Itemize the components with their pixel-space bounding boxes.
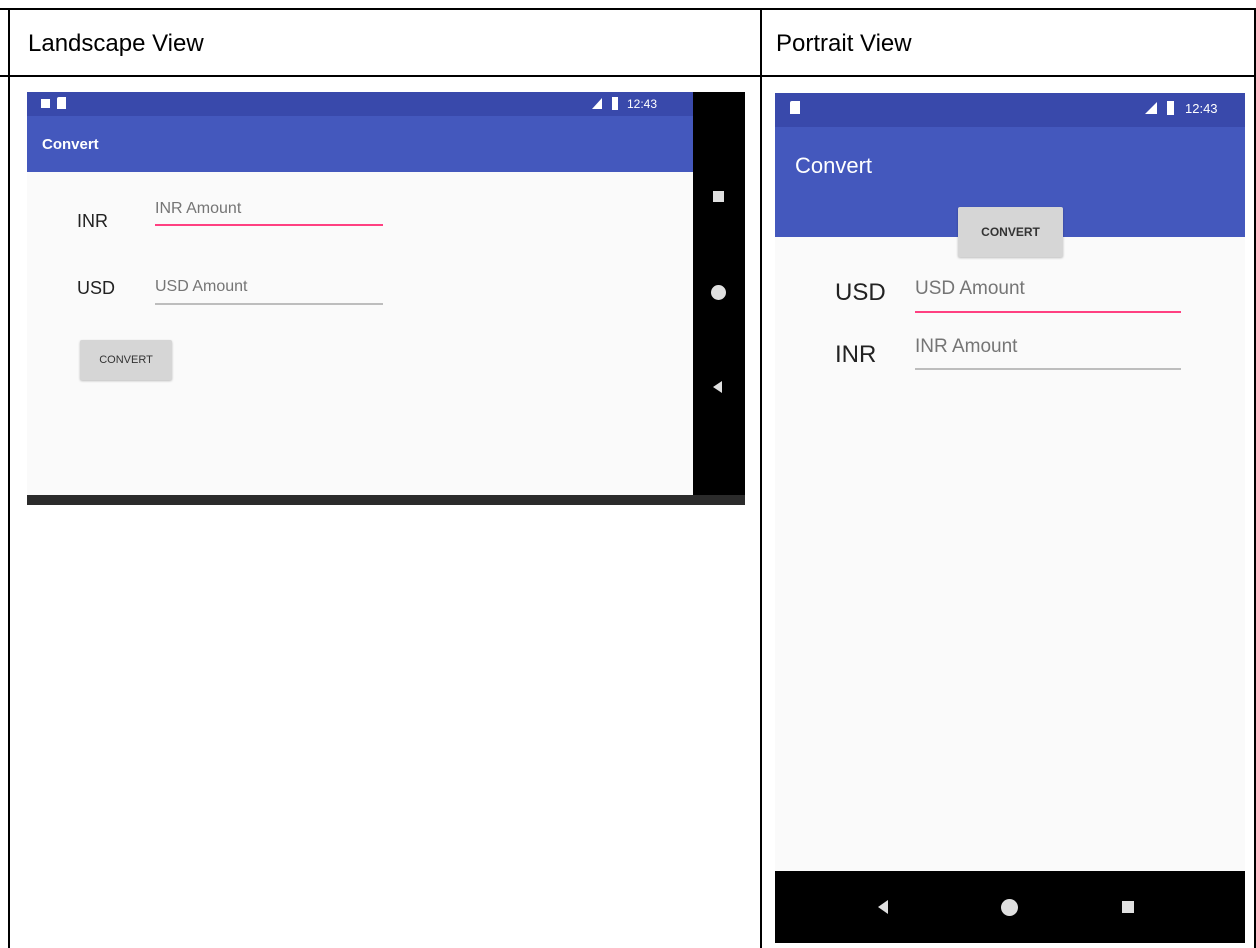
status-bar: 12:43 xyxy=(27,92,693,116)
home-icon[interactable] xyxy=(1001,899,1018,916)
battery-icon xyxy=(1167,101,1174,115)
landscape-header: Landscape View xyxy=(28,30,204,57)
navigation-bar xyxy=(775,871,1245,943)
table-header-divider xyxy=(0,75,1256,77)
signal-icon xyxy=(1145,102,1157,114)
inr-amount-field[interactable] xyxy=(155,200,383,226)
landscape-screen: 12:43 Convert INR USD CONVERT xyxy=(27,92,693,495)
portrait-device: 12:43 Convert CONVERT USD INR xyxy=(775,93,1245,943)
sim-card-icon xyxy=(57,97,66,109)
usd-label: USD xyxy=(77,278,116,298)
landscape-device: 12:43 Convert INR USD CONVERT xyxy=(27,92,745,505)
signal-icon xyxy=(592,98,602,109)
battery-icon xyxy=(612,97,618,110)
convert-button[interactable]: CONVERT xyxy=(958,207,1063,257)
device-bottom-edge xyxy=(27,495,745,505)
table-center-divider xyxy=(760,8,762,948)
status-bar: 12:43 xyxy=(775,93,1245,127)
inr-label: INR xyxy=(77,211,108,231)
inr-label: INR xyxy=(835,341,877,368)
table-top-border xyxy=(0,8,1256,10)
convert-button[interactable]: CONVERT xyxy=(80,340,172,380)
navigation-bar xyxy=(693,92,745,495)
usd-amount-input[interactable] xyxy=(155,278,383,296)
inr-amount-field[interactable] xyxy=(915,336,1181,370)
sim-card-icon xyxy=(790,101,800,114)
inr-amount-input[interactable] xyxy=(915,336,1181,358)
recents-icon[interactable] xyxy=(1122,901,1134,913)
back-icon[interactable] xyxy=(713,381,722,393)
back-icon[interactable] xyxy=(878,900,888,914)
status-time: 12:43 xyxy=(1185,101,1218,116)
usd-amount-field[interactable] xyxy=(155,278,383,305)
inr-amount-input[interactable] xyxy=(155,200,383,218)
table-left-border xyxy=(8,8,10,948)
app-title: Convert xyxy=(42,136,99,153)
usd-label: USD xyxy=(835,279,886,306)
usd-amount-field[interactable] xyxy=(915,278,1181,313)
app-title: Convert xyxy=(795,153,873,178)
home-icon[interactable] xyxy=(711,285,726,300)
usd-amount-input[interactable] xyxy=(915,278,1181,300)
notification-icon xyxy=(41,99,50,108)
app-bar xyxy=(27,116,693,172)
recents-icon[interactable] xyxy=(713,191,724,202)
status-time: 12:43 xyxy=(627,97,658,111)
portrait-header: Portrait View xyxy=(776,30,912,57)
